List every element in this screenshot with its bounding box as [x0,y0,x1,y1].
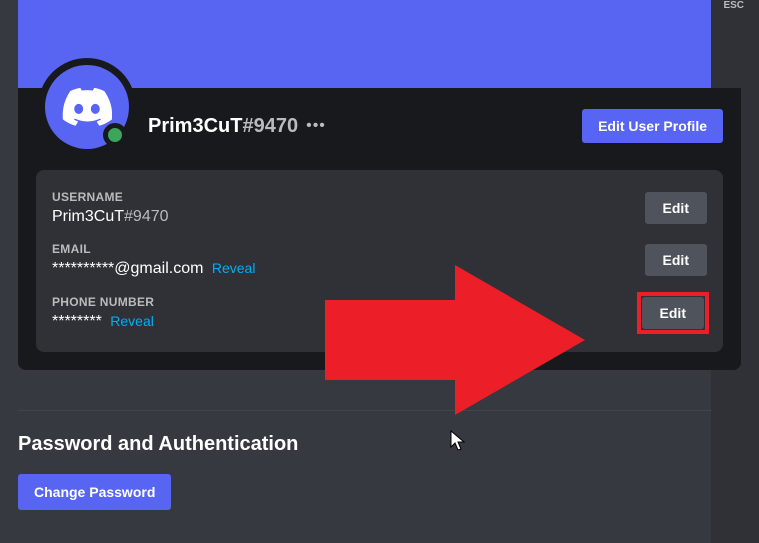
fields-container: USERNAME Prim3CuT#9470 Edit EMAIL ******… [36,170,723,352]
more-options-icon[interactable]: ••• [306,117,326,135]
edit-phone-highlight: Edit [639,294,707,332]
discriminator-text: #9470 [242,115,298,137]
discord-logo-icon [62,82,112,132]
profile-card: Prim3CuT#9470 ••• Edit User Profile USER… [18,88,741,370]
password-section-title: Password and Authentication [18,433,741,456]
change-password-button[interactable]: Change Password [18,474,171,510]
email-field-row: EMAIL **********@gmail.com Reveal Edit [52,234,707,286]
section-divider [18,410,741,411]
status-online-icon [103,123,127,147]
account-info-card: USERNAME Prim3CuT#9470 Edit EMAIL ******… [18,170,741,370]
username-field-value: Prim3CuT#9470 [52,208,645,226]
edit-username-button[interactable]: Edit [645,192,707,224]
reveal-email-link[interactable]: Reveal [212,260,256,276]
username-display: Prim3CuT#9470 [148,115,298,138]
reveal-phone-link[interactable]: Reveal [110,313,154,329]
edit-email-button[interactable]: Edit [645,244,707,276]
phone-field-value: ******** Reveal [52,313,639,331]
username-field-label: USERNAME [52,190,645,204]
phone-field-row: PHONE NUMBER ******** Reveal Edit [52,286,707,340]
avatar[interactable] [38,58,136,156]
profile-banner [18,0,741,88]
phone-field-label: PHONE NUMBER [52,295,639,309]
email-field-value: **********@gmail.com Reveal [52,260,645,278]
username-text: Prim3CuT [148,115,242,137]
username-field-row: USERNAME Prim3CuT#9470 Edit [52,182,707,234]
email-field-label: EMAIL [52,242,645,256]
esc-label[interactable]: ESC [723,0,744,11]
edit-user-profile-button[interactable]: Edit User Profile [582,109,723,143]
edit-phone-button[interactable]: Edit [642,297,704,329]
